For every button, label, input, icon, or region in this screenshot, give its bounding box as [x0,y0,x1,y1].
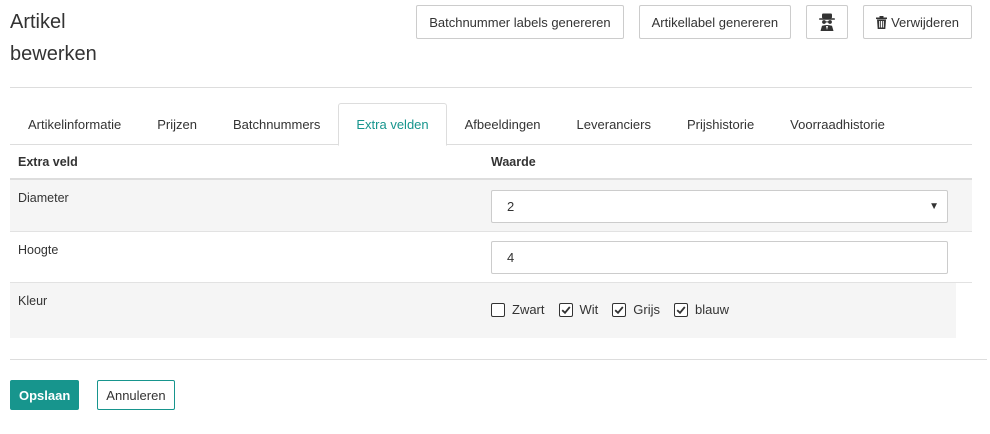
checkbox-grijs-label: Grijs [633,302,660,317]
header-divider [10,87,972,88]
extra-fields-table: Extra veld Waarde Diameter 2 ▼ Hoogte 4 … [10,145,972,338]
checkbox-checked-icon[interactable] [674,302,688,317]
diameter-select[interactable]: 2 ▼ [491,190,948,223]
kleur-checkbox-group: Zwart Wit Grijs blauw [491,283,956,317]
tab-voorraadhistorie[interactable]: Voorraadhistorie [772,103,903,145]
table-row: Hoogte 4 [10,232,972,283]
checkbox-checked-icon[interactable] [612,302,627,317]
checkbox-unchecked-icon[interactable] [491,302,505,317]
table-header: Extra veld Waarde [10,145,972,180]
tab-batchnummers[interactable]: Batchnummers [215,103,338,145]
checkbox-checked-icon[interactable] [558,302,573,317]
cancel-button[interactable]: Annuleren [97,380,175,410]
spy-icon [817,12,837,32]
tab-prijshistorie[interactable]: Prijshistorie [669,103,772,145]
table-row: Kleur Zwart Wit Grijs blauw [10,283,956,338]
page-title-line1: Artikel [10,11,66,33]
tab-extra-velden[interactable]: Extra velden [338,103,447,146]
checkbox-zwart-label: Zwart [512,302,545,317]
tab-prijzen[interactable]: Prijzen [139,103,215,145]
tab-leveranciers[interactable]: Leveranciers [559,103,669,145]
trash-icon [876,15,888,29]
checkbox-zwart[interactable]: Zwart [491,302,545,317]
spy-button[interactable] [806,5,849,39]
generate-article-label-button[interactable]: Artikellabel genereren [638,5,792,39]
diameter-label: Diameter [18,191,69,205]
delete-button[interactable]: Verwijderen [863,5,972,39]
toolbar: Batchnummer labels genereren Artikellabe… [416,5,972,39]
table-row: Diameter 2 ▼ [10,180,972,232]
generate-batch-labels-button[interactable]: Batchnummer labels genereren [416,5,624,39]
hoogte-label: Hoogte [18,243,59,257]
tab-artikelinformatie[interactable]: Artikelinformatie [10,103,139,145]
save-button[interactable]: Opslaan [10,380,80,410]
checkbox-blauw-label: blauw [695,302,729,317]
caret-down-icon: ▼ [929,201,939,212]
page-title-line2: bewerken [10,43,97,65]
form-actions: Opslaan Annuleren [10,380,175,410]
checkbox-wit-label: Wit [579,302,599,317]
hoogte-input[interactable]: 4 [491,241,948,274]
tab-bar: Artikelinformatie Prijzen Batchnummers E… [10,103,972,146]
checkbox-wit[interactable]: Wit [558,302,599,317]
column-header-field: Extra veld [18,154,78,169]
page-title: Artikel bewerken [10,6,210,70]
delete-button-label: Verwijderen [891,14,959,30]
page: Artikel bewerken Batchnummer labels gene… [0,0,990,434]
checkbox-blauw[interactable]: blauw [674,302,729,317]
checkbox-grijs[interactable]: Grijs [612,302,660,317]
column-header-value: Waarde [491,154,536,169]
kleur-label: Kleur [18,294,48,308]
footer-divider [10,359,987,360]
tab-afbeeldingen[interactable]: Afbeeldingen [447,103,559,145]
diameter-selected-value: 2 [507,199,515,214]
